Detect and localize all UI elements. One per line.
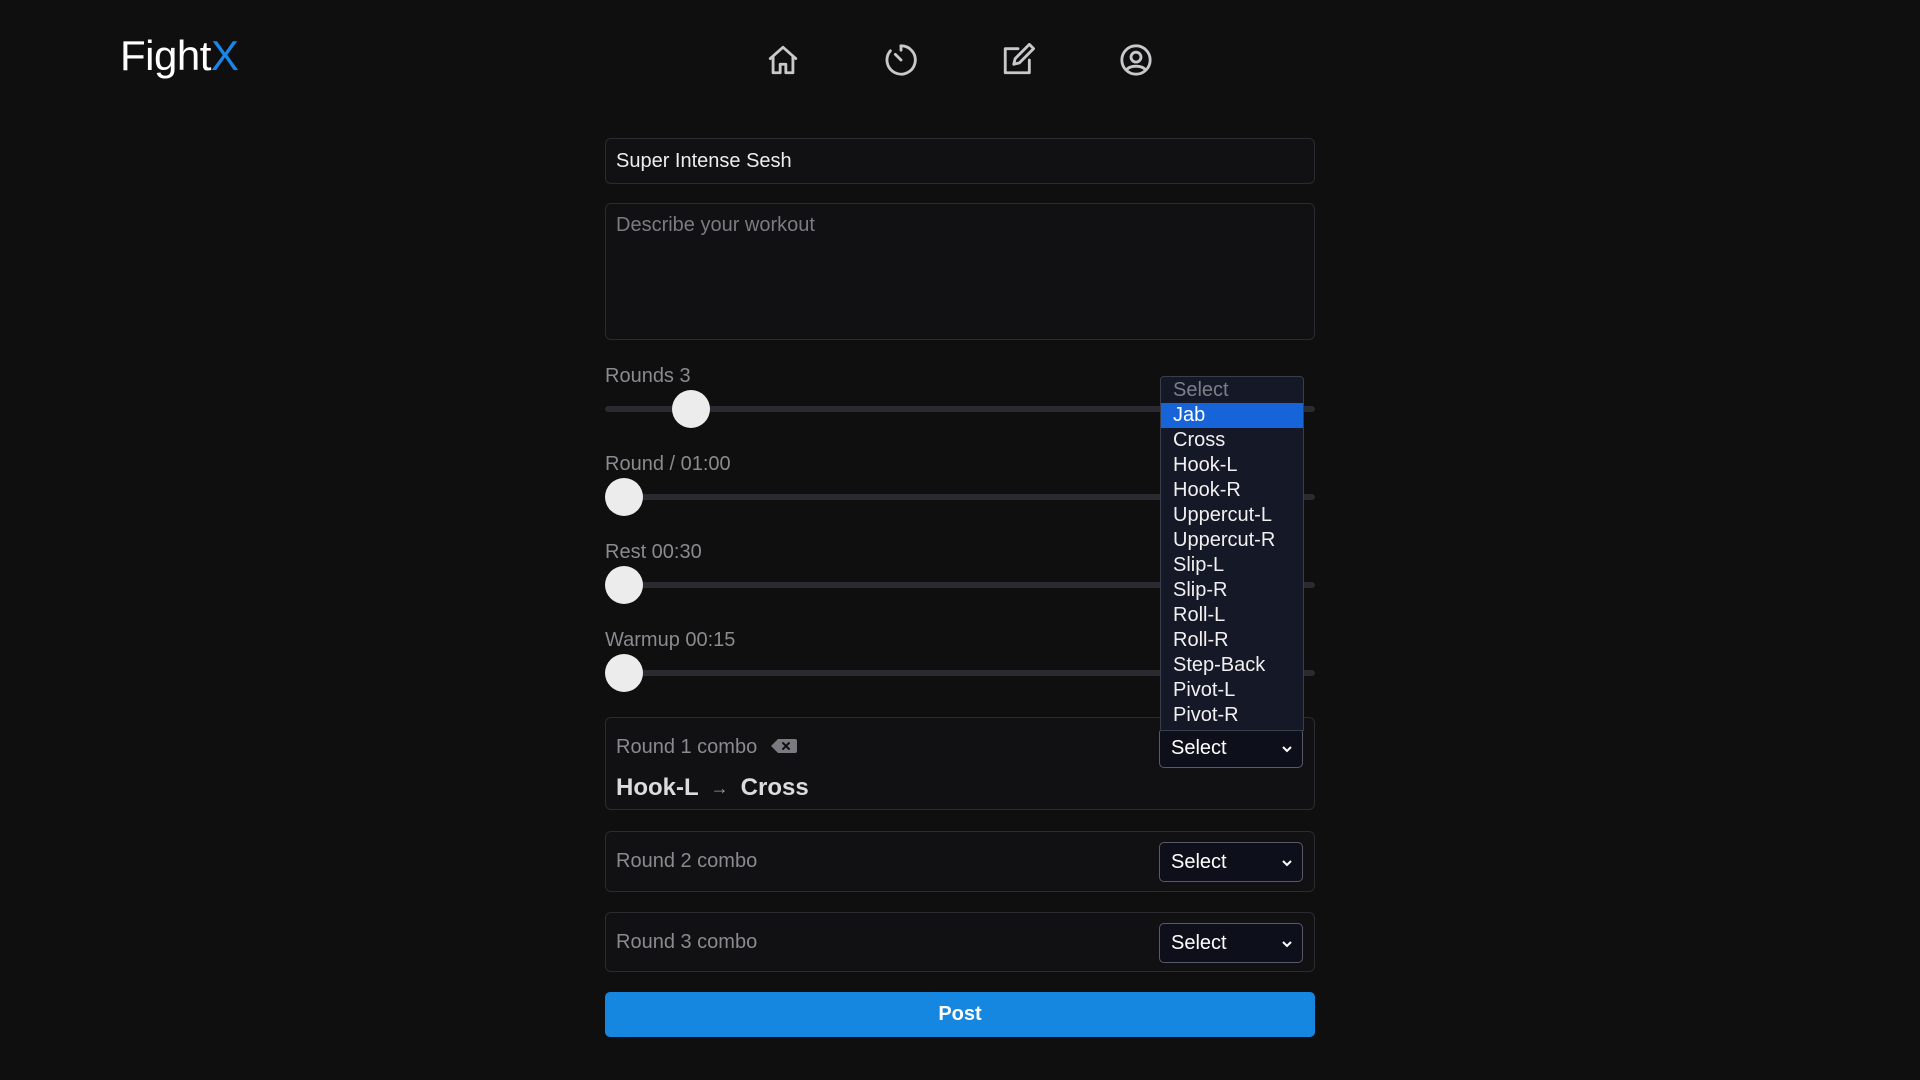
chevron-down-icon: [1282, 941, 1292, 948]
dropdown-option[interactable]: Pivot-R: [1161, 703, 1303, 728]
move-dropdown-list: Select Jab Cross Hook-L Hook-R Uppercut-…: [1160, 376, 1304, 731]
dropdown-option[interactable]: Roll-R: [1161, 628, 1303, 653]
round-3-combo: Round 3 combo Select: [605, 912, 1315, 972]
select-value: Select: [1171, 736, 1227, 759]
dropdown-option[interactable]: Step-Back: [1161, 653, 1303, 678]
rest-slider-label: Rest 00:30: [605, 541, 702, 563]
dropdown-option[interactable]: Hook-R: [1161, 478, 1303, 503]
dropdown-option[interactable]: Slip-L: [1161, 553, 1303, 578]
dropdown-option[interactable]: Pivot-L: [1161, 678, 1303, 703]
warmup-slider-label: Warmup 00:15: [605, 629, 736, 651]
backspace-icon[interactable]: [770, 737, 798, 755]
select-value: Select: [1171, 931, 1227, 954]
dropdown-option[interactable]: Cross: [1161, 428, 1303, 453]
chevron-down-icon: [1282, 860, 1292, 867]
dropdown-option[interactable]: Hook-L: [1161, 453, 1303, 478]
dropdown-option[interactable]: Uppercut-R: [1161, 528, 1303, 553]
round-2-move-select[interactable]: Select: [1159, 842, 1303, 882]
combo-label: Round 2 combo: [616, 850, 758, 872]
round-3-move-select[interactable]: Select: [1159, 923, 1303, 963]
slider-thumb[interactable]: [605, 478, 643, 516]
select-value: Select: [1171, 850, 1227, 873]
timer-icon[interactable]: [879, 38, 923, 82]
profile-icon[interactable]: [1114, 38, 1158, 82]
dropdown-placeholder: Select: [1173, 379, 1229, 401]
combo-move: Hook-L: [616, 774, 699, 801]
slider-thumb[interactable]: [605, 654, 643, 692]
round-1-move-select[interactable]: Select: [1159, 728, 1303, 768]
chevron-down-icon: [1282, 746, 1292, 753]
dropdown-option[interactable]: Roll-L: [1161, 603, 1303, 628]
combo-move: Cross: [740, 774, 809, 801]
slider-thumb[interactable]: [672, 390, 711, 428]
dropdown-option[interactable]: Jab: [1161, 403, 1303, 428]
edit-icon[interactable]: [996, 38, 1040, 82]
dropdown-option[interactable]: Uppercut-L: [1161, 503, 1303, 528]
workout-title-input[interactable]: [605, 138, 1315, 184]
combo-label: Round 1 combo: [616, 736, 758, 758]
dropdown-option[interactable]: Slip-R: [1161, 578, 1303, 603]
top-nav: [0, 38, 1920, 82]
post-button[interactable]: Post: [605, 992, 1315, 1037]
slider-thumb[interactable]: [605, 566, 643, 604]
workout-description-input[interactable]: [605, 203, 1315, 340]
round-duration-slider-label: Round / 01:00: [605, 453, 731, 475]
combo-sequence: Hook-L → Cross: [616, 774, 809, 802]
combo-label: Round 3 combo: [616, 931, 758, 953]
arrow-right-icon: →: [710, 777, 729, 798]
rounds-slider-label: Rounds 3: [605, 365, 691, 387]
home-icon[interactable]: [761, 38, 805, 82]
round-2-combo: Round 2 combo Select: [605, 831, 1315, 892]
